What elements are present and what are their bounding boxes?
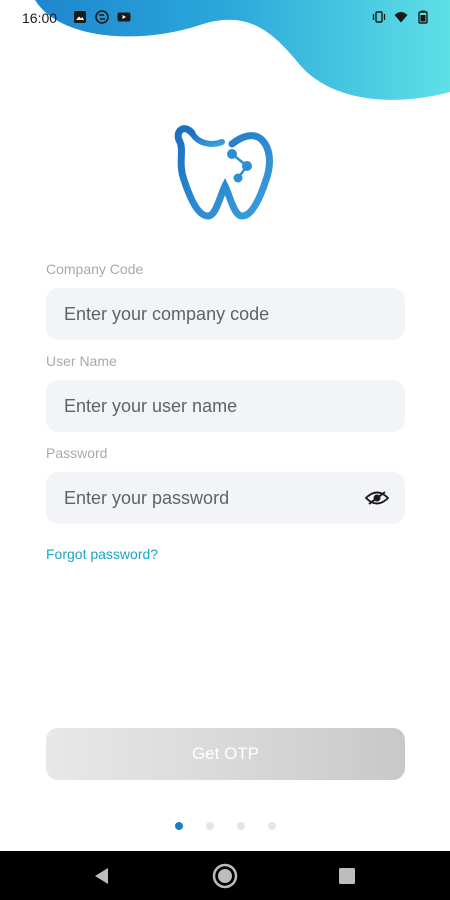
wifi-icon bbox=[394, 12, 408, 23]
sync-icon bbox=[95, 10, 109, 24]
vibrate-icon bbox=[372, 11, 386, 23]
home-icon[interactable] bbox=[212, 863, 238, 889]
user-name-label: User Name bbox=[46, 353, 117, 369]
back-icon[interactable] bbox=[93, 867, 111, 885]
password-field-box[interactable] bbox=[46, 472, 405, 524]
battery-icon bbox=[418, 10, 428, 24]
user-name-field-box[interactable] bbox=[46, 380, 405, 432]
page-dot-4 bbox=[268, 822, 276, 830]
company-code-input[interactable] bbox=[62, 302, 389, 326]
user-name-input[interactable] bbox=[62, 394, 389, 418]
tooth-logo-icon bbox=[174, 125, 273, 220]
company-code-field-box[interactable] bbox=[46, 288, 405, 340]
status-time: 16:00 bbox=[22, 10, 58, 26]
get-otp-button[interactable]: Get OTP bbox=[46, 728, 405, 780]
system-nav-bar bbox=[0, 851, 450, 900]
image-icon bbox=[74, 11, 86, 23]
page-dot-2 bbox=[206, 822, 214, 830]
company-code-label: Company Code bbox=[46, 261, 144, 277]
password-label: Password bbox=[46, 445, 108, 461]
page-dot-3 bbox=[237, 822, 245, 830]
recents-icon[interactable] bbox=[339, 868, 355, 884]
status-bar: 16:00 bbox=[0, 0, 450, 36]
page-dot-1 bbox=[175, 822, 183, 830]
youtube-icon bbox=[117, 12, 131, 22]
password-input[interactable] bbox=[62, 486, 346, 510]
forgot-password-link[interactable]: Forgot password? bbox=[46, 546, 158, 562]
eye-off-icon[interactable] bbox=[365, 489, 389, 507]
page-indicator bbox=[175, 822, 276, 830]
